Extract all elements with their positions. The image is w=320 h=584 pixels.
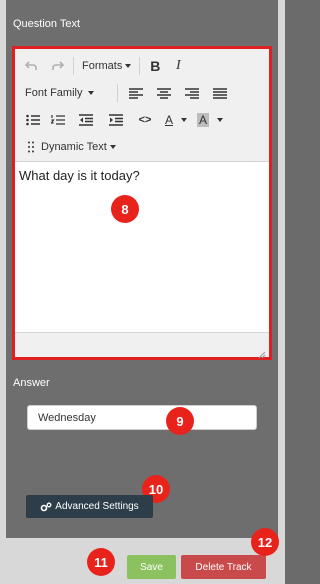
answer-input[interactable] (27, 405, 257, 430)
dynamic-text-dropdown[interactable]: Dynamic Text (37, 136, 120, 158)
editor-statusbar (15, 332, 269, 359)
save-button[interactable]: Save (127, 555, 176, 579)
background-color-label: A (196, 113, 209, 127)
undo-icon[interactable] (21, 55, 41, 77)
background-color-button[interactable]: A (193, 109, 227, 131)
rich-text-editor: Formats B I Font Family <> A A Dynamic T… (12, 46, 272, 360)
font-family-label: Font Family (25, 87, 83, 99)
font-color-button[interactable]: A (159, 109, 193, 131)
question-text-label: Question Text (13, 18, 81, 30)
align-justify-icon[interactable] (206, 82, 234, 104)
outer-border-right (278, 0, 285, 584)
numbered-list-icon[interactable] (45, 109, 71, 131)
outdent-icon[interactable] (71, 109, 101, 131)
toolbar-divider (117, 84, 118, 102)
chevron-down-icon (181, 118, 187, 122)
align-left-icon[interactable] (122, 82, 150, 104)
formats-dropdown[interactable]: Formats (78, 55, 135, 77)
indent-icon[interactable] (101, 109, 131, 131)
answer-label: Answer (13, 377, 50, 389)
toolbar-divider (139, 57, 141, 75)
chevron-down-icon (109, 145, 116, 149)
bullet-list-icon[interactable] (21, 109, 45, 131)
formats-label: Formats (82, 60, 123, 72)
chevron-down-icon (88, 91, 95, 95)
callout-marker-11: 11 (87, 548, 115, 576)
bold-button[interactable]: B (144, 55, 166, 77)
callout-marker-8: 8 (111, 195, 139, 223)
resize-handle-icon[interactable] (258, 346, 266, 359)
align-center-icon[interactable] (150, 82, 178, 104)
align-right-icon[interactable] (178, 82, 206, 104)
code-button[interactable]: <> (131, 109, 159, 131)
chevron-down-icon (217, 118, 223, 122)
delete-track-button[interactable]: Delete Track (181, 555, 266, 579)
editor-toolbar: Formats B I Font Family <> A A Dynamic T… (15, 49, 269, 162)
font-color-label: A (164, 113, 173, 127)
chevron-down-icon (125, 64, 132, 68)
drag-handle-icon[interactable] (25, 136, 37, 158)
advanced-settings-label: Advanced Settings (55, 501, 139, 512)
callout-marker-12: 12 (251, 528, 279, 556)
italic-button[interactable]: I (166, 55, 190, 77)
gears-icon (40, 502, 52, 512)
advanced-settings-button[interactable]: Advanced Settings (26, 495, 153, 518)
dynamic-text-label: Dynamic Text (41, 141, 107, 153)
toolbar-divider (73, 57, 74, 75)
font-family-dropdown[interactable]: Font Family (21, 82, 113, 104)
editor-content[interactable]: What day is it today? (15, 162, 269, 332)
callout-marker-9: 9 (166, 407, 194, 435)
redo-icon[interactable] (47, 55, 69, 77)
